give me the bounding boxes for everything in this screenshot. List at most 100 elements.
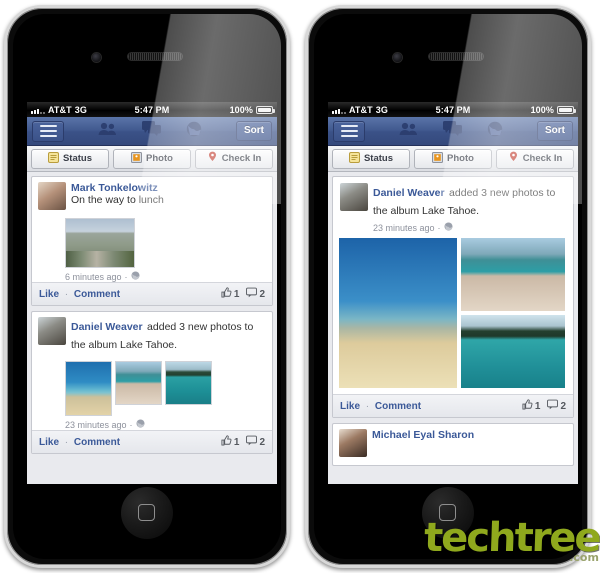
sort-button[interactable]: Sort	[537, 121, 573, 141]
comment-button[interactable]: Comment	[74, 289, 120, 300]
comment-button[interactable]: Comment	[74, 437, 120, 448]
battery-percent-label: 100%	[229, 104, 253, 115]
check-in-button[interactable]: Check In	[195, 148, 273, 169]
composer-bar: Status Photo Check In	[328, 146, 578, 172]
photo-button-label: Photo	[146, 153, 173, 164]
navigation-bar: Sort	[27, 117, 277, 146]
status-note-icon	[348, 151, 360, 166]
messages-icon[interactable]	[141, 121, 161, 141]
photo-button[interactable]: Photo	[414, 148, 492, 169]
battery-icon	[256, 105, 275, 114]
like-button[interactable]: Like	[39, 437, 59, 448]
story-photo[interactable]	[461, 238, 565, 311]
story-photo[interactable]	[339, 238, 457, 388]
meta-separator: ·	[129, 419, 133, 430]
status-bar: AT&T 3G 5:47 PM 100%	[27, 102, 277, 117]
photo-icon	[131, 151, 143, 166]
composer-bar: Status Photo Check In	[27, 146, 277, 172]
navbar-icon-group	[365, 121, 537, 142]
avatar[interactable]	[340, 183, 368, 211]
story-footer: Like · Comment 1 2	[333, 394, 573, 417]
like-button[interactable]: Like	[340, 401, 360, 412]
like-count: 1	[233, 288, 240, 300]
news-feed-left[interactable]: Mark Tonkelowitz On the way to lunch 6 m…	[27, 172, 277, 484]
antenna-band-mark	[588, 184, 591, 194]
hamburger-icon[interactable]	[333, 120, 365, 142]
globe-icon[interactable]	[186, 121, 202, 142]
like-count-badge[interactable]: 1	[522, 399, 541, 413]
home-button[interactable]	[121, 487, 173, 539]
sort-button[interactable]: Sort	[236, 121, 272, 141]
story-attachment[interactable]	[65, 218, 272, 268]
photo-button-label: Photo	[447, 153, 474, 164]
feed-story[interactable]: Daniel Weaver added 3 new photos to the …	[31, 311, 273, 454]
comment-count-badge[interactable]: 2	[547, 399, 566, 413]
front-camera-icon	[92, 53, 101, 62]
feed-story[interactable]: Mark Tonkelowitz On the way to lunch 6 m…	[31, 176, 273, 306]
comment-count: 2	[560, 400, 566, 412]
like-count-badge[interactable]: 1	[221, 287, 240, 301]
status-bar: AT&T 3G 5:47 PM 100%	[328, 102, 578, 117]
avatar[interactable]	[339, 429, 367, 457]
status-button[interactable]: Status	[332, 148, 410, 169]
feed-story-partial[interactable]: Michael Eyal Sharon	[332, 423, 574, 466]
photo-button[interactable]: Photo	[113, 148, 191, 169]
story-meta: 23 minutes ago ·	[373, 222, 566, 233]
comment-count-badge[interactable]: 2	[246, 287, 265, 301]
messages-icon[interactable]	[442, 121, 462, 141]
friends-icon[interactable]	[399, 122, 418, 141]
hamburger-icon[interactable]	[32, 120, 64, 142]
thumbs-up-icon	[221, 287, 232, 301]
story-author-name[interactable]: Daniel Weaver	[71, 321, 143, 333]
story-message: On the way to lunch	[71, 194, 164, 206]
watermark-domain-suffix: .com	[569, 551, 600, 564]
story-author-name[interactable]: Daniel Weaver	[373, 187, 445, 199]
avatar[interactable]	[38, 317, 66, 345]
action-separator: ·	[64, 436, 69, 448]
action-separator: ·	[64, 288, 69, 300]
avatar[interactable]	[38, 182, 66, 210]
feed-story[interactable]: Daniel Weaver added 3 new photos to the …	[332, 176, 574, 418]
check-in-button[interactable]: Check In	[496, 148, 574, 169]
story-photo[interactable]	[115, 361, 162, 405]
story-footer: Like · Comment 1 2	[32, 282, 272, 305]
globe-icon[interactable]	[487, 121, 503, 142]
story-meta: 23 minutes ago ·	[65, 419, 272, 430]
meta-separator: ·	[437, 222, 441, 233]
story-attachment[interactable]	[65, 361, 272, 416]
status-button[interactable]: Status	[31, 148, 109, 169]
story-author-name[interactable]: Michael Eyal Sharon	[372, 429, 567, 441]
story-author-name[interactable]: Mark Tonkelowitz	[71, 182, 266, 194]
story-photo[interactable]	[65, 361, 112, 416]
status-note-icon	[47, 151, 59, 166]
iphone-left: AT&T 3G 5:47 PM 100% Sort Status Photo C…	[4, 5, 290, 568]
comment-count: 2	[259, 288, 265, 300]
earpiece-speaker	[128, 53, 182, 60]
comment-bubble-icon	[246, 287, 258, 301]
watermark: techtree .com	[424, 515, 600, 564]
like-count: 1	[534, 400, 541, 412]
navigation-bar: Sort	[328, 117, 578, 146]
story-footer: Like · Comment 1 2	[32, 430, 272, 453]
photo-collage[interactable]	[333, 238, 573, 394]
check-in-button-label: Check In	[522, 153, 563, 164]
comment-button[interactable]: Comment	[375, 401, 421, 412]
comment-count-badge[interactable]: 2	[246, 435, 265, 449]
story-photo[interactable]	[65, 218, 135, 268]
antenna-band-mark	[588, 308, 591, 318]
photo-icon	[432, 151, 444, 166]
story-photo[interactable]	[461, 315, 565, 388]
meta-separator: ·	[124, 271, 128, 282]
comment-count: 2	[259, 436, 265, 448]
like-button[interactable]: Like	[39, 289, 59, 300]
earpiece-speaker	[429, 53, 483, 60]
globe-icon	[136, 419, 145, 430]
news-feed-right[interactable]: Daniel Weaver added 3 new photos to the …	[328, 172, 578, 484]
like-count-badge[interactable]: 1	[221, 435, 240, 449]
status-button-label: Status	[363, 153, 394, 164]
story-photo[interactable]	[165, 361, 212, 405]
friends-icon[interactable]	[98, 122, 117, 141]
navbar-icon-group	[64, 121, 236, 142]
story-timestamp: 23 minutes ago	[65, 419, 127, 430]
like-count: 1	[233, 436, 240, 448]
